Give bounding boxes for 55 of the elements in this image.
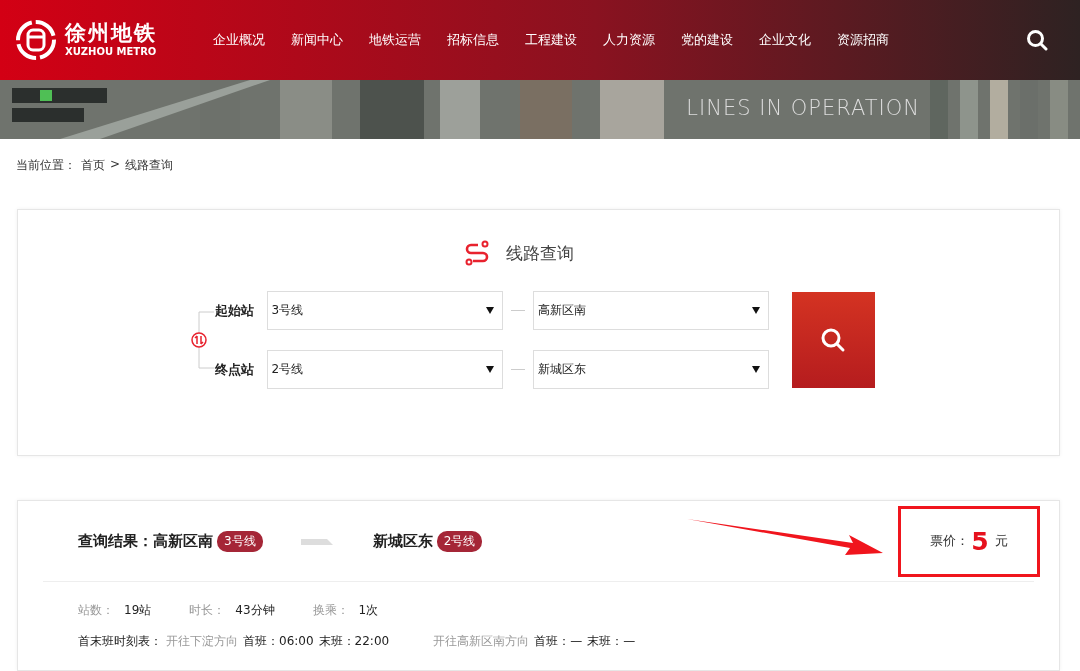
breadcrumb-link[interactable]: 线路查询 [125,157,174,209]
search-icon[interactable] [1026,29,1048,51]
line-select[interactable]: 3号线 [266,291,503,330]
stat-value: 43分钟 [235,602,275,619]
last-train-time: 末班：22:00 [318,633,390,650]
nav-link[interactable]: 工程建设 [525,31,583,49]
fare-label: 票价： [930,532,970,550]
stat-value: 1次 [358,602,379,619]
caret-icon [751,307,760,314]
route-icon [463,240,490,266]
station-select[interactable]: 高新区南 [532,291,769,330]
station-select[interactable]: 新城区东 [532,350,769,389]
swap-icon[interactable] [190,332,207,348]
fare-unit: 元 [994,532,1008,550]
stat-value: 19站 [124,602,152,619]
first-train-time: 首班：— [534,633,583,650]
last-train-time: 末班：— [587,633,636,650]
nav-link[interactable]: 招标信息 [447,31,505,49]
nav-link[interactable]: 地铁运营 [369,31,427,49]
fare-amount: 5 [971,526,989,556]
logo-icon [15,19,57,61]
line-select[interactable]: 2号线 [266,350,503,389]
caret-icon [485,366,494,373]
search-icon [820,327,846,353]
direction-label: 开往下淀方向 [166,633,238,650]
nav-link[interactable]: 人力资源 [603,31,661,49]
station-label: 起始站 [214,301,255,320]
stat-label: 换乘： [312,602,349,619]
logo-name: 徐州地铁 [65,23,157,44]
nav-link[interactable]: 资源招商 [837,31,895,49]
breadcrumb-link[interactable]: 首页 [81,157,105,209]
caret-icon [751,366,760,373]
origin-station: 高新区南 [153,531,213,551]
result-label: 查询结果： [78,531,153,551]
stat-label: 时长： [189,602,226,619]
nav-link[interactable]: 新闻中心 [291,31,349,49]
stat-label: 站数： [78,602,114,619]
nav-link[interactable]: 党的建设 [681,31,739,49]
banner-title: LINES IN OPERATION [686,96,920,120]
breadcrumb-label: 当前位置： [16,157,76,174]
bracket-line [197,311,214,369]
nav-link[interactable]: 企业文化 [759,31,817,49]
station-label: 终点站 [214,360,255,379]
first-train-time: 首班：06:00 [243,633,314,650]
timetable-label: 首末班时刻表： [78,633,162,650]
line-badge: 3号线 [217,530,263,552]
breadcrumb-separator: > [110,157,121,173]
direction-label: 开往高新区南方向 [433,633,530,650]
caret-icon [485,307,494,314]
line-badge: 2号线 [436,530,483,552]
logo-subtitle: XUZHOU METRO [65,47,157,57]
search-button[interactable] [791,292,875,388]
nav-link[interactable]: 企业概况 [213,31,271,49]
destination-station: 新城区东 [372,531,433,551]
query-title: 线路查询 [505,241,574,265]
